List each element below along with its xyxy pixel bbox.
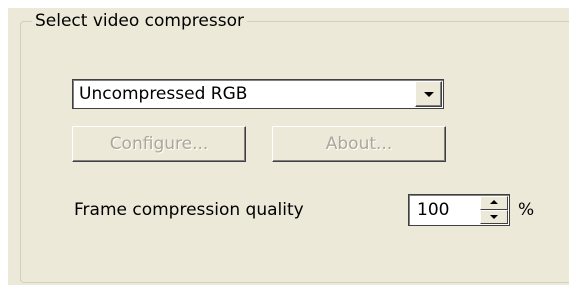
compressor-combobox[interactable]: Uncompressed RGB — [72, 79, 444, 109]
compressor-selected-value: Uncompressed RGB — [79, 84, 248, 104]
spin-up-button[interactable] — [480, 196, 508, 210]
groupbox-title: Select video compressor — [32, 11, 247, 31]
combobox-dropdown-button[interactable] — [415, 81, 442, 107]
quality-value[interactable]: 100 — [417, 195, 449, 225]
percent-unit-label: % — [518, 200, 535, 220]
frame-quality-label: Frame compression quality — [74, 200, 304, 220]
arrow-down-icon — [490, 215, 498, 219]
configure-button[interactable]: Configure... — [72, 126, 246, 162]
about-button[interactable]: About... — [272, 126, 446, 162]
arrow-up-icon — [490, 200, 498, 204]
spin-down-button[interactable] — [480, 210, 508, 224]
chevron-down-icon — [423, 92, 434, 97]
quality-spin-input[interactable]: 100 — [408, 194, 510, 226]
